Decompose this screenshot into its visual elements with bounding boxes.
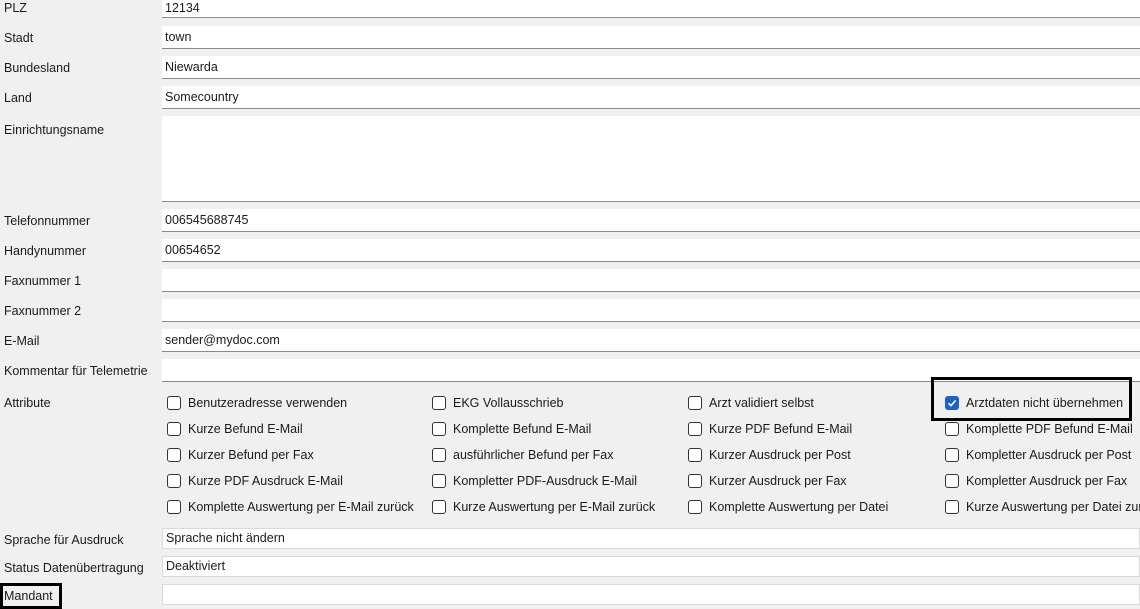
status-label: Status Datenübertragung <box>4 561 144 575</box>
checkbox-label: Kompletter Ausdruck per Post <box>966 448 1132 462</box>
checkbox[interactable] <box>945 422 959 436</box>
checkbox-label: Kurze Auswertung per E-Mail zurück <box>453 500 656 514</box>
checkbox-label: Kurzer Ausdruck per Post <box>709 448 851 462</box>
checkbox[interactable] <box>432 448 446 462</box>
checkbox[interactable] <box>432 474 446 488</box>
mandant-label: Mandant <box>4 589 53 603</box>
checkbox[interactable] <box>432 500 446 514</box>
checkbox-label: ausführlicher Befund per Fax <box>453 448 614 462</box>
checkbox[interactable] <box>945 396 959 410</box>
checkbox-label: Kurze PDF Ausdruck E-Mail <box>188 474 343 488</box>
faxnummer1-label: Faxnummer 1 <box>4 274 82 288</box>
einrichtungsname-label: Einrichtungsname <box>4 123 105 137</box>
checkbox[interactable] <box>432 396 446 410</box>
bundesland-label: Bundesland <box>4 61 71 75</box>
checkbox[interactable] <box>688 500 702 514</box>
checkbox[interactable] <box>688 422 702 436</box>
checkbox-label: Kompletter Ausdruck per Fax <box>966 474 1128 488</box>
checkbox[interactable] <box>945 474 959 488</box>
checkbox[interactable] <box>167 422 181 436</box>
email-label: E-Mail <box>4 334 40 348</box>
checkmark-icon <box>947 399 957 407</box>
checkbox-label: Kurzer Ausdruck per Fax <box>709 474 847 488</box>
checkbox[interactable] <box>945 500 959 514</box>
checkbox[interactable] <box>688 396 702 410</box>
handynummer-label: Handynummer <box>4 244 86 258</box>
checkbox[interactable] <box>945 448 959 462</box>
bundesland-input[interactable]: Niewarda <box>162 56 1140 79</box>
email-input[interactable]: sender@mydoc.com <box>162 329 1140 352</box>
attribute-label: Attribute <box>4 396 51 410</box>
checkbox-label: Arzt validiert selbst <box>709 396 814 410</box>
land-input[interactable]: Somecountry <box>162 86 1140 109</box>
checkbox-label: Benutzeradresse verwenden <box>188 396 348 410</box>
handynummer-input[interactable]: 00654652 <box>162 239 1140 262</box>
checkbox[interactable] <box>167 448 181 462</box>
checkbox[interactable] <box>688 448 702 462</box>
checkbox-label: Kompletter PDF-Ausdruck E-Mail <box>453 474 638 488</box>
checkbox-label: Arztdaten nicht übernehmen <box>966 396 1124 410</box>
checkbox-label: Kurze Auswertung per Datei zurück <box>966 500 1140 514</box>
plz-label: PLZ <box>4 1 27 15</box>
checkbox-label: Kurze PDF Befund E-Mail <box>709 422 853 436</box>
checkbox[interactable] <box>167 396 181 410</box>
stadt-input[interactable]: town <box>162 26 1140 49</box>
stadt-label: Stadt <box>4 31 34 45</box>
einrichtungsname-textarea[interactable] <box>162 116 1140 202</box>
checkbox-label: Kurzer Befund per Fax <box>188 448 314 462</box>
checkbox-label: Komplette PDF Befund E-Mail <box>966 422 1133 436</box>
faxnummer2-input[interactable] <box>162 299 1140 322</box>
telefonnummer-input[interactable]: 006545688745 <box>162 209 1140 232</box>
kommentar-label: Kommentar für Telemetrie <box>4 364 148 378</box>
checkbox-label: Kurze Befund E-Mail <box>188 422 303 436</box>
land-label: Land <box>4 91 32 105</box>
faxnummer1-input[interactable] <box>162 269 1140 292</box>
telefonnummer-label: Telefonnummer <box>4 214 91 228</box>
sprache-select[interactable]: Sprache nicht ändern <box>162 528 1140 549</box>
faxnummer2-label: Faxnummer 2 <box>4 304 82 318</box>
sprache-label: Sprache für Ausdruck <box>4 533 124 547</box>
checkbox[interactable] <box>432 422 446 436</box>
checkbox-label: Komplette Auswertung per E-Mail zurück <box>188 500 414 514</box>
status-select[interactable]: Deaktiviert <box>162 556 1140 577</box>
mandant-select[interactable] <box>162 584 1140 605</box>
checkbox-label: Komplette Auswertung per Datei <box>709 500 889 514</box>
kommentar-input[interactable] <box>162 359 1140 382</box>
checkbox[interactable] <box>167 474 181 488</box>
plz-input[interactable]: 12134 <box>162 0 1140 18</box>
checkbox-label: EKG Vollausschrieb <box>453 396 564 410</box>
checkbox[interactable] <box>688 474 702 488</box>
checkbox-label: Komplette Befund E-Mail <box>453 422 592 436</box>
checkbox[interactable] <box>167 500 181 514</box>
